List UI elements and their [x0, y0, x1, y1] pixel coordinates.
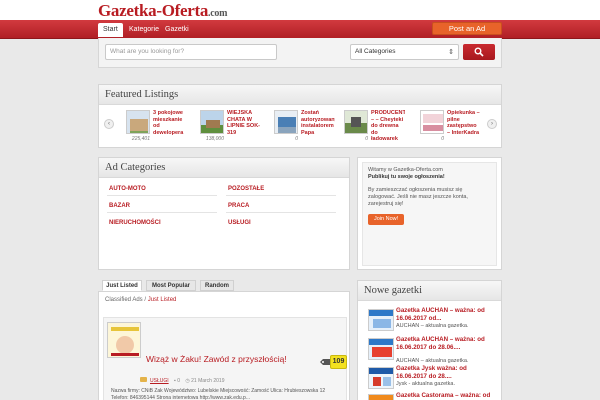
divider [226, 195, 336, 196]
featured-listings-title: Featured Listings [99, 85, 501, 105]
search-icon [474, 47, 484, 57]
site-logo[interactable]: Gazetka-Oferta.com [98, 1, 227, 21]
logo-main-text: Gazetka-Oferta [98, 1, 209, 20]
nav-tab-kategorie[interactable]: Kategorie [124, 24, 164, 36]
welcome-panel: Witamy w Gazetka-Oferta.com Publikuj tu … [357, 157, 502, 270]
gazetka-item[interactable]: Gazetka Jysk ważna: od 16.06.2017 do 28.… [363, 365, 499, 391]
category-link-pozostale[interactable]: POZOSTAŁE [228, 186, 264, 192]
carousel-next-icon[interactable]: › [487, 119, 497, 129]
featured-item-count: 0 [365, 136, 368, 142]
breadcrumb: Classified Ads / Just Listed [105, 297, 176, 303]
gazetka-thumbnail [368, 394, 394, 400]
featured-item-title: 3 pokojowe mieszkanie od dewelopera [153, 110, 184, 136]
search-input[interactable]: What are you looking for? [105, 44, 277, 60]
post-ad-button[interactable]: Post an Ad [432, 22, 502, 35]
category-link-praca[interactable]: PRACA [228, 203, 249, 209]
gazetka-title[interactable]: Gazetka Castorama – ważna: od [396, 392, 498, 400]
featured-thumbnail [200, 110, 224, 134]
category-select-value: All Categories [355, 48, 396, 55]
featured-thumbnail [420, 110, 444, 134]
join-now-button[interactable]: Join Now! [368, 214, 405, 225]
clock-icon: ◷ [185, 378, 190, 384]
gazetka-thumbnail [368, 338, 394, 360]
gazetka-subtitle: AUCHAN – aktualna gazetka. [396, 358, 469, 364]
category-link-bazar[interactable]: BAZAR [109, 203, 130, 209]
featured-item[interactable]: Zostań autoryzowanym instalatorem Papa 0 [274, 110, 335, 148]
featured-item-title: WIEJSKA CHATA W LIPNIE SOK- 319 [227, 110, 261, 136]
welcome-greeting: Witamy w Gazetka-Oferta.com [368, 167, 443, 173]
featured-item-count: 225,401 [131, 136, 150, 142]
ad-categories-title: Ad Categories [99, 158, 349, 178]
new-gazetki-panel: Nowe gazetki Gazetka AUCHAN – ważna: od … [357, 280, 502, 400]
listing-description: Nazwa firmy: CNiB Żak Województwo: Lubel… [111, 388, 326, 400]
divider [107, 195, 217, 196]
listing-item[interactable]: Wiząż w Żaku! Zawód z przyszłością! 109 … [103, 317, 347, 400]
comment-icon: ▪ [174, 378, 176, 384]
tab-most-popular[interactable]: Most Popular [146, 280, 196, 291]
category-select[interactable]: All Categories ⇕ [350, 44, 459, 60]
category-link-nieruchomosci[interactable]: NIERUCHOMOŚCI [109, 220, 161, 226]
divider [226, 212, 336, 213]
listings-panel: Classified Ads / Just Listed Wiząż w Żak… [98, 291, 350, 400]
listing-comments: 0 [177, 378, 180, 384]
main-nav: Start Kategorie Gazetki Post an Ad [0, 20, 600, 39]
gazetka-subtitle: AUCHAN – aktualna gazetka. [396, 323, 469, 329]
carousel-prev-icon[interactable]: ‹ [104, 119, 114, 129]
gazetka-thumbnail [368, 309, 394, 331]
tab-just-listed[interactable]: Just Listed [102, 280, 142, 291]
breadcrumb-root[interactable]: Classified Ads [105, 297, 143, 303]
divider [107, 212, 217, 213]
search-button[interactable] [463, 44, 495, 60]
ad-categories-panel: Ad Categories AUTO-MOTO POZOSTAŁE BAZAR … [98, 157, 350, 270]
select-arrows-icon: ⇕ [448, 49, 454, 56]
logo-domain-text: .com [208, 8, 228, 19]
listing-thumbnail[interactable] [107, 322, 141, 358]
header: Gazetka-Oferta.com [0, 0, 600, 20]
featured-thumbnail [126, 110, 150, 134]
featured-item[interactable]: Opiekunka – pilne zastępstwo – InterKadr… [420, 110, 480, 148]
tab-random[interactable]: Random [200, 280, 234, 291]
gazetka-item[interactable]: Gazetka Castorama – ważna: od [363, 392, 499, 400]
breadcrumb-current: Just Listed [147, 297, 177, 303]
featured-item-title: Zostań autoryzowanym instalatorem Papa [301, 110, 335, 136]
featured-item-title: Opiekunka – pilne zastępstwo – InterKadr… [447, 110, 480, 136]
featured-item-title: PRODUCENT – – Cheyteki do drewna do łado… [371, 110, 405, 142]
listing-category-link[interactable]: USŁUGI [150, 378, 169, 384]
category-link-auto-moto[interactable]: AUTO-MOTO [109, 186, 146, 192]
gazetka-title[interactable]: Gazetka Jysk ważna: od 16.06.2017 do 28.… [396, 365, 498, 380]
gazetka-thumbnail [368, 367, 394, 389]
featured-item[interactable]: WIEJSKA CHATA W LIPNIE SOK- 319 138,000 [200, 110, 261, 148]
featured-item[interactable]: 3 pokojowe mieszkanie od dewelopera 225,… [126, 110, 184, 148]
featured-item-count: 0 [295, 136, 298, 142]
search-bar: What are you looking for? All Categories… [98, 38, 502, 68]
featured-thumbnail [344, 110, 368, 134]
nav-tab-start[interactable]: Start [98, 23, 123, 37]
views-count-badge: 109 [330, 355, 347, 369]
listing-date: 21 March 2019 [191, 378, 225, 384]
views-tag-icon [320, 359, 330, 365]
featured-item[interactable]: PRODUCENT – – Cheyteki do drewna do łado… [344, 110, 405, 148]
featured-item-count: 138,000 [205, 136, 224, 142]
welcome-headline: Publikuj tu swoje ogłoszenia! [368, 174, 445, 180]
listing-meta: USŁUGI ▪ 0 ◷ 21 March 2019 [140, 377, 224, 384]
new-gazetki-title: Nowe gazetki [358, 281, 501, 301]
featured-thumbnail [274, 110, 298, 134]
category-link-uslugi[interactable]: USŁUGI [228, 220, 251, 226]
gazetka-title[interactable]: Gazetka AUCHAN – ważna: od 16.06.2017 od… [396, 307, 498, 322]
welcome-box: Witamy w Gazetka-Oferta.com Publikuj tu … [362, 162, 497, 266]
gazetka-subtitle: Jysk - aktualna gazetka. [396, 381, 456, 387]
listing-title[interactable]: Wiząż w Żaku! Zawód z przyszłością! [146, 354, 287, 364]
featured-item-count: 0 [441, 136, 444, 142]
folder-icon [140, 377, 147, 382]
gazetka-item[interactable]: Gazetka AUCHAN – ważna: od 16.06.2017 od… [363, 307, 499, 333]
gazetka-title[interactable]: Gazetka AUCHAN – ważna: od 16.06.2017 do… [396, 336, 498, 351]
gazetka-item[interactable]: Gazetka AUCHAN – ważna: od 16.06.2017 do… [363, 336, 499, 364]
welcome-body: By zamieszczać ogłoszenia musisz się zal… [368, 187, 468, 207]
featured-listings-panel: Featured Listings ‹ › 3 pokojowe mieszka… [98, 84, 502, 148]
nav-tab-gazetki[interactable]: Gazetki [160, 24, 194, 36]
